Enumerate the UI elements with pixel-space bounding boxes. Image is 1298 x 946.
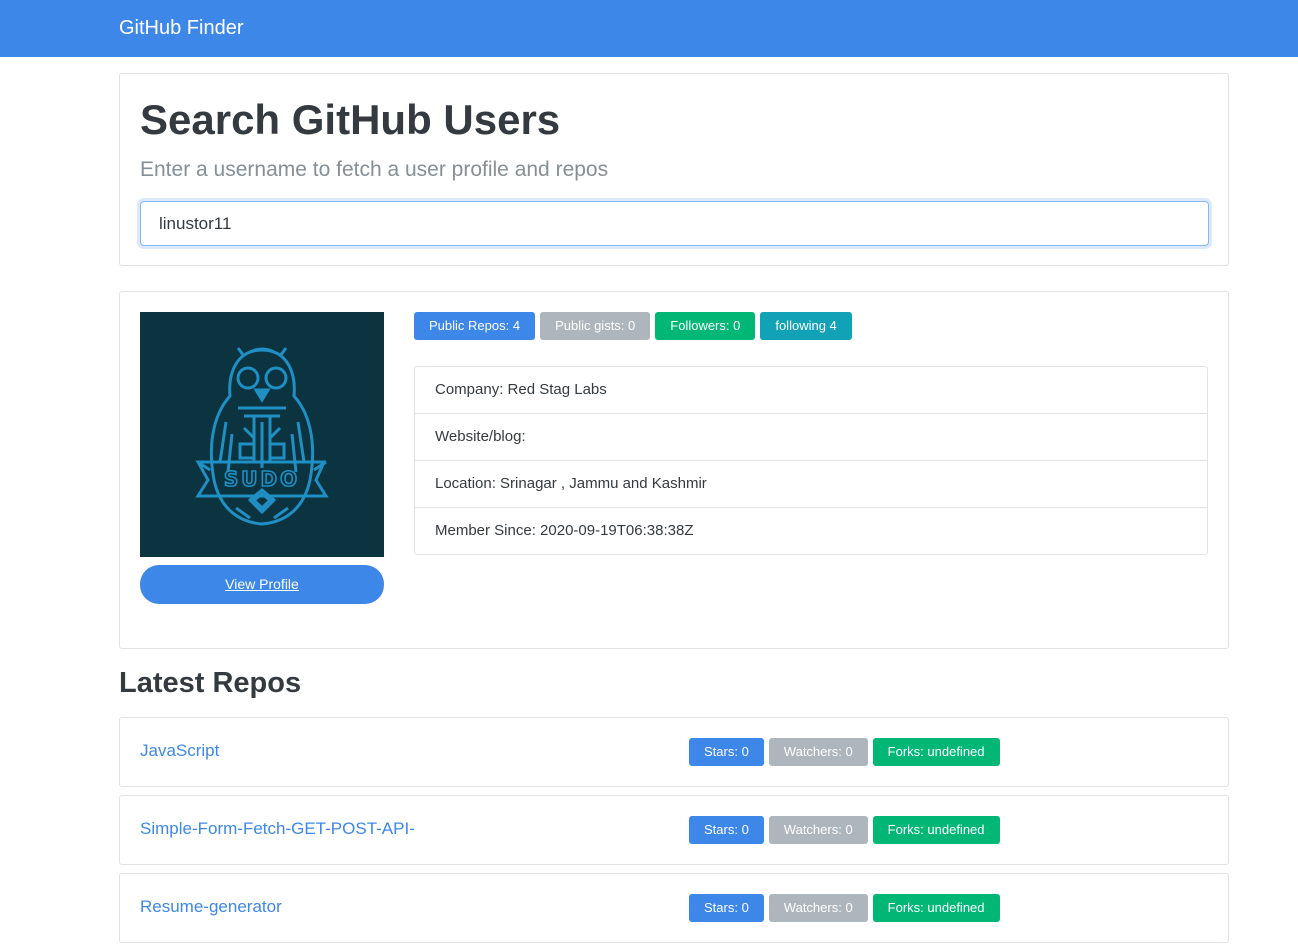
search-input[interactable] <box>140 201 1209 246</box>
repo-link[interactable]: JavaScript <box>140 741 219 761</box>
navbar-brand[interactable]: GitHub Finder <box>119 16 244 40</box>
page-title: Search GitHub Users <box>140 96 561 143</box>
watchers-badge: Watchers: 0 <box>768 738 868 766</box>
company-item: Company: Red Stag Labs <box>415 367 1207 414</box>
member-since-item: Member Since: 2020-09-19T06:38:38Z <box>435 522 694 539</box>
repo-link[interactable]: Resume-generator <box>140 897 282 917</box>
repo-link[interactable]: Simple-Form-Fetch-GET-POST-API- <box>140 819 415 839</box>
view-profile-button[interactable]: View Profile <box>140 565 384 604</box>
watchers-badge: Watchers: 0 <box>768 816 868 844</box>
watchers-badge: Watchers: 0 <box>768 894 868 922</box>
avatar: SUDO <box>140 312 384 557</box>
stars-badge: Stars: 0 <box>689 816 764 844</box>
repos-heading: Latest Repos <box>119 667 302 699</box>
navbar: GitHub Finder <box>0 0 1298 57</box>
repo-stats: Stars: 0 Watchers: 0 Forks: undefined <box>689 738 1000 766</box>
avatar-logo-text: SUDO <box>224 467 300 491</box>
website-item: Website/blog: <box>415 414 1207 461</box>
search-subtitle: Enter a username to fetch a user profile… <box>140 158 609 181</box>
forks-badge: Forks: undefined <box>872 894 1000 922</box>
repo-stats: Stars: 0 Watchers: 0 Forks: undefined <box>689 894 1000 922</box>
forks-badge: Forks: undefined <box>872 816 1000 844</box>
public-repos-badge: Public Repos: 4 <box>414 312 536 340</box>
stars-badge: Stars: 0 <box>689 738 764 766</box>
repo-card: Resume-generator Stars: 0 Watchers: 0 Fo… <box>119 873 1229 943</box>
stars-badge: Stars: 0 <box>689 894 764 922</box>
profile-info-list: Company: Red Stag Labs Website/blog: Loc… <box>414 366 1208 555</box>
profile-card: SUDO View Profile Public Repos: 4 Public… <box>119 291 1229 649</box>
sudo-penguin-logo: SUDO <box>195 347 329 526</box>
forks-badge: Forks: undefined <box>872 738 1000 766</box>
repo-card: JavaScript Stars: 0 Watchers: 0 Forks: u… <box>119 717 1229 787</box>
repo-stats: Stars: 0 Watchers: 0 Forks: undefined <box>689 816 1000 844</box>
public-gists-badge: Public gists: 0 <box>540 312 651 340</box>
location-item: Location: Srinagar , Jammu and Kashmir <box>415 461 1207 508</box>
following-badge: following 4 <box>760 312 852 340</box>
search-card: Search GitHub Users Enter a username to … <box>119 73 1229 266</box>
profile-stats: Public Repos: 4 Public gists: 0 Follower… <box>414 312 852 340</box>
repo-card: Simple-Form-Fetch-GET-POST-API- Stars: 0… <box>119 795 1229 865</box>
followers-badge: Followers: 0 <box>655 312 756 340</box>
